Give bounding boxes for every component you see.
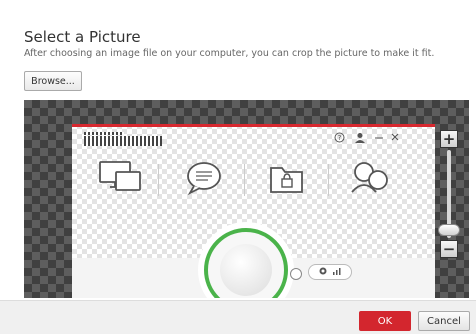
svg-text:?: ? (338, 134, 342, 142)
chat-bubble-icon (184, 160, 224, 200)
zoom-slider-thumb[interactable] (438, 224, 460, 236)
devices-icon (98, 160, 144, 198)
zoom-in-button[interactable]: + (440, 130, 458, 148)
zoom-in-label: + (442, 129, 456, 148)
zoom-out-button[interactable]: − (440, 240, 458, 258)
record-icon (319, 267, 327, 277)
signal-bars-icon (333, 267, 341, 277)
close-icon (390, 132, 400, 146)
picture-preview[interactable]: ? (72, 124, 435, 298)
ok-button[interactable]: OK (359, 311, 411, 331)
preview-divider (244, 164, 245, 196)
dial-knob (290, 268, 302, 280)
preview-logo-mark (84, 132, 124, 135)
browse-button[interactable]: Browse... (24, 71, 82, 91)
status-pill (308, 264, 352, 280)
preview-logo (84, 136, 162, 146)
cancel-button[interactable]: Cancel (418, 311, 470, 331)
help-icon: ? (334, 132, 345, 146)
preview-divider (328, 164, 329, 196)
dialog-subtitle: After choosing an image file on your com… (24, 48, 435, 59)
crop-area[interactable]: ? + − (24, 100, 469, 298)
dialog-title: Select a Picture (24, 28, 141, 46)
preview-accent-bar (72, 124, 435, 127)
user-icon (354, 132, 366, 146)
preview-divider (158, 164, 159, 196)
people-icon (348, 160, 392, 200)
minimize-icon (374, 132, 384, 146)
dial-button (220, 244, 272, 296)
locked-folder-icon (268, 160, 306, 200)
zoom-out-label: − (442, 239, 456, 258)
